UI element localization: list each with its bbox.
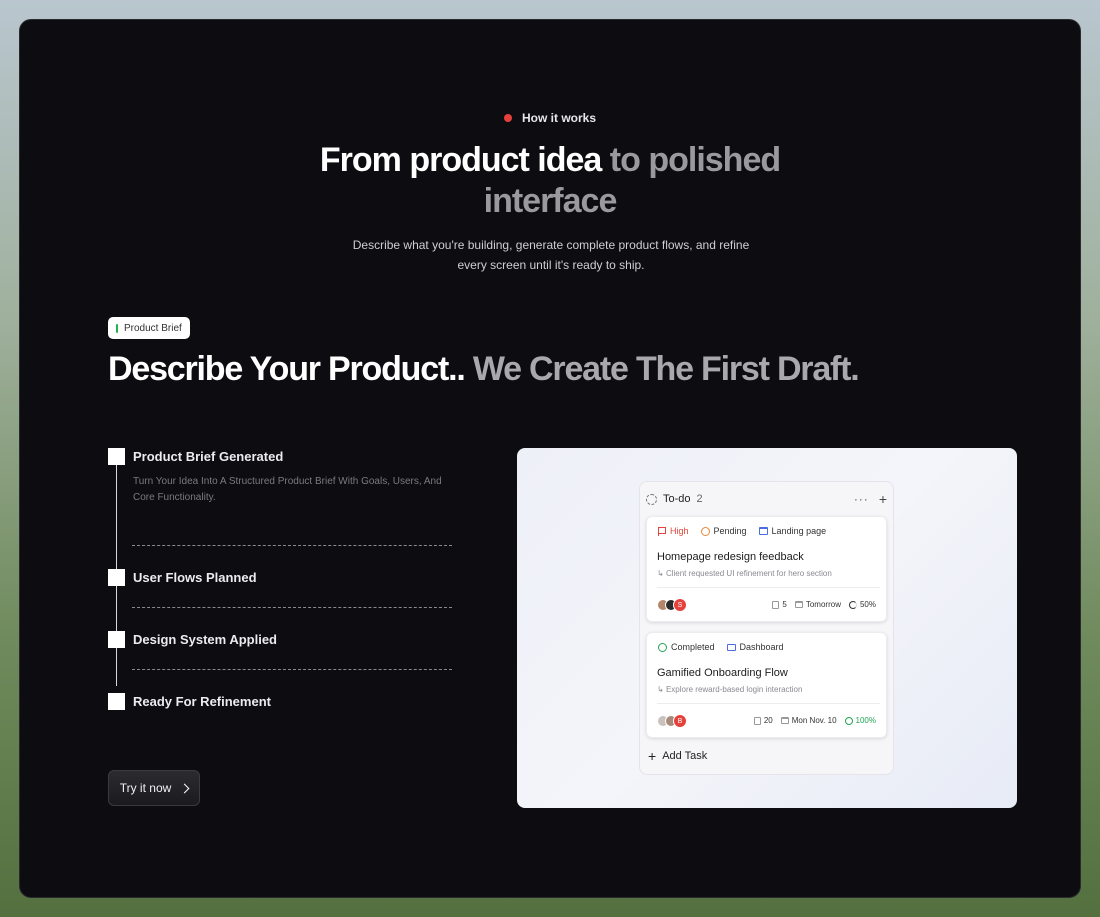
tag-label: Pending: [713, 526, 747, 536]
red-dot-icon: [503, 114, 512, 122]
clock-icon: [700, 526, 710, 536]
section-eyebrow: How it works: [20, 111, 1080, 125]
step-marker-icon: [108, 631, 125, 648]
progress-value: 50%: [859, 600, 876, 609]
tag-label: High: [670, 526, 689, 536]
tag-priority: High: [658, 526, 689, 536]
hero-subtitle-line-1: Describe what you're building, generate …: [352, 238, 750, 252]
add-task-button[interactable]: + Add Task: [648, 748, 708, 764]
comment-icon: [753, 716, 761, 725]
main-frame: How it works From product idea to polish…: [19, 19, 1081, 898]
task-tags: High Pending Landing page: [658, 526, 826, 536]
hero-subtitle-line-2: every screen until it's ready to ship.: [457, 258, 645, 272]
add-icon[interactable]: +: [879, 492, 887, 506]
task-subtitle: ↳ Explore reward-based login interaction: [657, 685, 803, 694]
todo-preview: To-do 2 ··· + High Pending Landing page …: [517, 448, 1017, 808]
tag-label: Dashboard: [739, 642, 784, 652]
progress: 100%: [844, 716, 876, 725]
monitor-icon: [726, 643, 736, 651]
section-title-main: Describe Your Product..: [108, 350, 466, 388]
status-spinner-icon: [646, 493, 657, 505]
task-subtitle-text: Client requested UI refinement for hero …: [665, 569, 832, 578]
comment-icon: [772, 600, 780, 609]
hero-title-muted-2: interface: [483, 182, 618, 220]
tag-label: Completed: [671, 642, 715, 652]
steps-list: Product Brief Generated Turn Your Idea I…: [108, 448, 453, 710]
task-tags: Completed Dashboard: [658, 642, 784, 652]
comments-count: 20: [753, 716, 773, 725]
comments-count: 5: [772, 600, 787, 609]
avatar-initial: B: [673, 714, 687, 728]
column-title: To-do: [663, 493, 691, 505]
product-brief-badge: Product Brief: [108, 317, 190, 339]
task-subtitle: ↳ Client requested UI refinement for her…: [657, 569, 832, 578]
due-date: Mon Nov. 10: [780, 716, 837, 725]
add-task-label: Add Task: [662, 750, 708, 762]
column-count: 2: [696, 493, 703, 505]
try-button-label: Try it now: [119, 781, 172, 795]
step-label: Design System Applied: [133, 632, 277, 647]
comments-value: 20: [763, 716, 773, 725]
tag-status: Pending: [700, 526, 747, 536]
task-card[interactable]: Completed Dashboard Gamified Onboarding …: [646, 632, 887, 738]
task-subtitle-text: Explore reward-based login interaction: [665, 685, 803, 694]
tag-category: Dashboard: [726, 642, 784, 652]
hero-title: From product idea to polished interface: [20, 140, 1080, 222]
avatar-initial: S: [673, 598, 687, 612]
step-divider: [132, 669, 452, 670]
assignee-avatars: S: [657, 598, 687, 612]
tag-label: Landing page: [771, 526, 827, 536]
due-date: Tomorrow: [794, 600, 841, 609]
card-divider: [657, 703, 880, 704]
comments-value: 5: [782, 600, 787, 609]
assignee-avatars: B: [657, 714, 687, 728]
progress: 50%: [848, 600, 876, 609]
due-value: Tomorrow: [805, 600, 841, 609]
todo-column: To-do 2 ··· + High Pending Landing page …: [639, 481, 894, 775]
due-value: Mon Nov. 10: [791, 716, 837, 725]
green-bar-icon: [116, 323, 118, 333]
try-it-now-button[interactable]: Try it now: [108, 770, 200, 806]
task-meta: 5 Tomorrow 50%: [772, 600, 876, 609]
hero-title-main: From product idea: [319, 141, 602, 179]
column-header: To-do 2 ··· +: [646, 490, 887, 508]
task-meta: 20 Mon Nov. 10 100%: [753, 716, 876, 725]
section-title: Describe Your Product.. We Create The Fi…: [108, 350, 860, 389]
progress-ring-icon: [848, 600, 857, 609]
calendar-icon: [780, 717, 789, 724]
step-divider: [132, 545, 452, 546]
step-divider: [132, 607, 452, 608]
calendar-icon: [794, 601, 803, 608]
chevron-right-icon: [179, 783, 190, 794]
check-circle-icon: [658, 642, 667, 652]
flag-icon: [658, 526, 666, 536]
card-divider: [657, 587, 880, 588]
task-title: Homepage redesign feedback: [657, 551, 804, 563]
tag-category: Landing page: [758, 526, 827, 536]
progress-ring-icon: [844, 716, 853, 725]
step-description: Turn Your Idea Into A Structured Product…: [133, 476, 442, 503]
step-label: Ready For Refinement: [133, 694, 271, 709]
progress-value: 100%: [855, 716, 876, 725]
hero-title-muted: to polished: [609, 141, 781, 179]
task-title: Gamified Onboarding Flow: [657, 667, 788, 679]
badge-label: Product Brief: [124, 322, 182, 334]
eyebrow-label: How it works: [521, 111, 596, 125]
tag-status: Completed: [658, 642, 715, 652]
task-card[interactable]: High Pending Landing page Homepage redes…: [646, 516, 887, 622]
plus-icon: +: [648, 748, 657, 764]
section-title-muted: We Create The First Draft.: [472, 350, 860, 388]
hero-subtitle: Describe what you're building, generate …: [320, 235, 782, 275]
step-marker-icon: [108, 693, 125, 710]
page-icon: [758, 527, 768, 535]
step-label: Product Brief Generated: [133, 449, 284, 464]
step-marker-icon: [108, 448, 125, 465]
more-options-icon[interactable]: ···: [854, 492, 869, 506]
step-marker-icon: [108, 569, 125, 586]
step-label: User Flows Planned: [133, 570, 257, 585]
